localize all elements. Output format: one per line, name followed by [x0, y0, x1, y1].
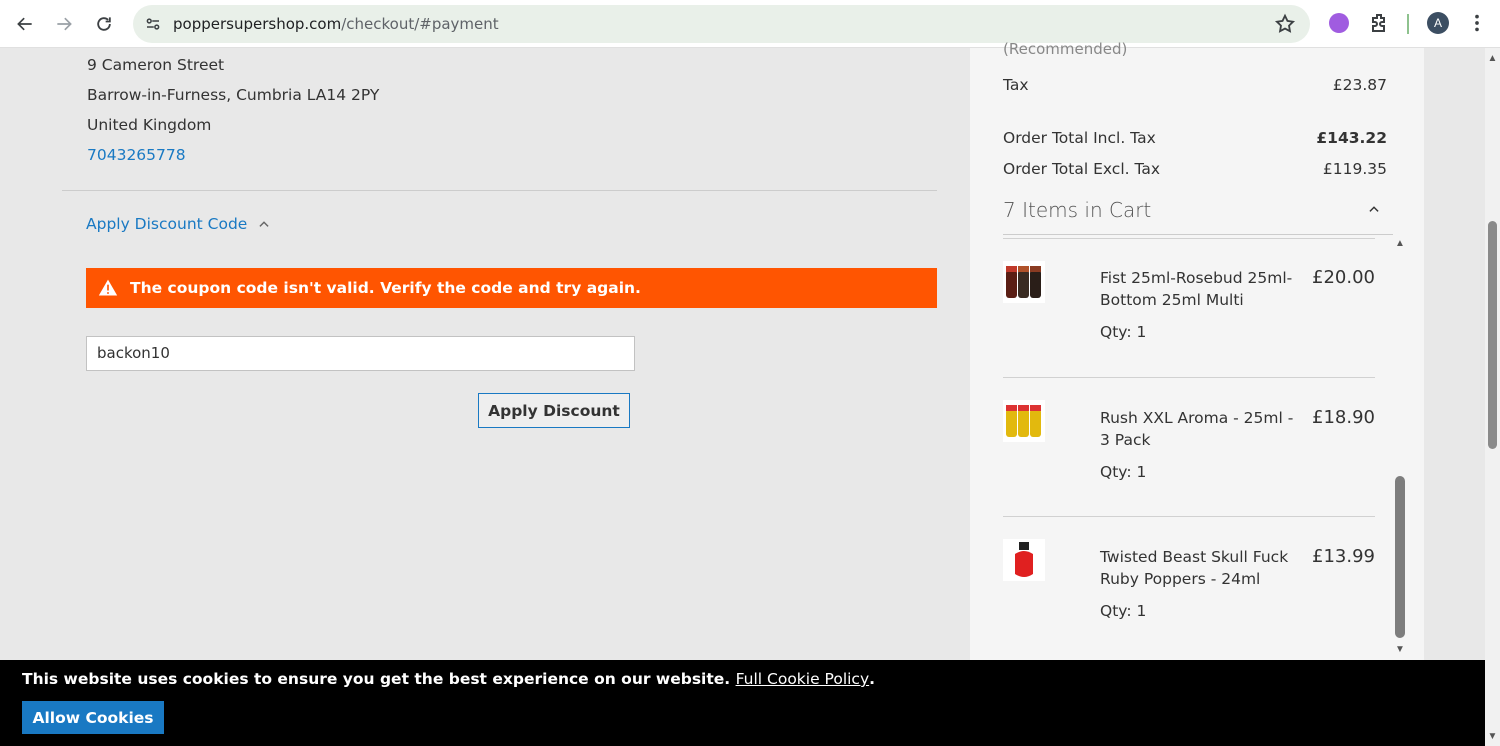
- order-summary: (Recommended) Tax £23.87 Order Total Inc…: [970, 40, 1424, 660]
- item-qty: Qty: 1: [1100, 602, 1147, 620]
- cart-items-list: Fist 25ml-Rosebud 25ml-Bottom 25ml Multi…: [1003, 238, 1375, 658]
- chevron-up-icon: [259, 221, 269, 227]
- toolbar-divider: [1407, 14, 1409, 34]
- cookie-policy-link[interactable]: Full Cookie Policy: [736, 670, 870, 688]
- apply-discount-toggle[interactable]: Apply Discount Code: [86, 215, 271, 233]
- cookie-message: This website uses cookies to ensure you …: [22, 670, 875, 688]
- item-name: Fist 25ml-Rosebud 25ml-Bottom 25ml Multi: [1100, 269, 1293, 309]
- item-qty: Qty: 1: [1100, 463, 1147, 481]
- browser-toolbar: poppersupershop.com/checkout/#payment A: [0, 0, 1500, 48]
- cookie-message-text: This website uses cookies to ensure you …: [22, 670, 731, 688]
- cookie-period: .: [869, 670, 876, 688]
- tax-value: £23.87: [1332, 76, 1387, 94]
- product-thumbnail[interactable]: [1003, 539, 1045, 581]
- item-name: Twisted Beast Skull Fuck Ruby Poppers - …: [1100, 548, 1289, 588]
- page-scroll-down-icon[interactable]: ▼: [1487, 732, 1498, 742]
- total-incl-value: £143.22: [1316, 129, 1387, 147]
- address-street: 9 Cameron Street: [87, 56, 225, 74]
- address-bar[interactable]: poppersupershop.com/checkout/#payment: [133, 5, 1310, 43]
- total-incl-row: Order Total Incl. Tax £143.22: [1003, 129, 1387, 147]
- product-thumbnail[interactable]: [1003, 400, 1045, 442]
- back-icon[interactable]: [10, 9, 40, 39]
- total-excl-value: £119.35: [1322, 160, 1387, 178]
- tax-label: Tax: [1003, 76, 1029, 94]
- browser-menu-icon[interactable]: [1466, 12, 1488, 36]
- total-excl-label: Order Total Excl. Tax: [1003, 160, 1161, 178]
- product-thumbnail[interactable]: [1003, 261, 1045, 303]
- ai-extension-icon[interactable]: [1329, 13, 1349, 33]
- cart-scroll-down-icon[interactable]: ▼: [1394, 645, 1406, 655]
- extensions-puzzle-icon[interactable]: [1368, 11, 1392, 35]
- cart-item: Fist 25ml-Rosebud 25ml-Bottom 25ml Multi…: [1003, 238, 1375, 378]
- discount-code-input[interactable]: backon10: [86, 336, 635, 371]
- coupon-error-message: The coupon code isn't valid. Verify the …: [86, 268, 937, 308]
- item-qty: Qty: 1: [1100, 323, 1147, 341]
- cart-items-toggle[interactable]: 7 Items in Cart: [1003, 198, 1393, 235]
- tax-row: Tax £23.87: [1003, 76, 1387, 94]
- site-settings-icon[interactable]: [141, 12, 165, 36]
- coupon-error-text: The coupon code isn't valid. Verify the …: [130, 279, 641, 297]
- page-scroll-up-icon[interactable]: ▲: [1487, 54, 1498, 64]
- cookie-banner: This website uses cookies to ensure you …: [0, 660, 1485, 746]
- section-divider: [62, 190, 937, 191]
- address-phone-link[interactable]: 7043265778: [87, 146, 186, 164]
- address-country: United Kingdom: [87, 116, 212, 134]
- apply-discount-label[interactable]: Apply Discount Code: [86, 215, 247, 233]
- item-price: £20.00: [1312, 267, 1375, 288]
- cart-scroll-up-icon[interactable]: ▲: [1394, 239, 1406, 249]
- item-price: £13.99: [1312, 546, 1375, 567]
- forward-icon[interactable]: [49, 9, 79, 39]
- allow-cookies-button[interactable]: Allow Cookies: [22, 701, 164, 734]
- item-name: Rush XXL Aroma - 25ml - 3 Pack: [1100, 409, 1294, 449]
- total-excl-row: Order Total Excl. Tax £119.35: [1003, 160, 1387, 178]
- cart-item: Rush XXL Aroma - 25ml - 3 Pack £18.90 Qt…: [1003, 377, 1375, 517]
- cart-scrollbar-thumb[interactable]: [1395, 476, 1405, 638]
- shipping-recommended-label: (Recommended): [1003, 40, 1128, 58]
- page-scrollbar-thumb[interactable]: [1488, 221, 1497, 449]
- cart-items-title: 7 Items in Cart: [1003, 198, 1152, 222]
- warning-icon: [98, 279, 118, 296]
- total-incl-label: Order Total Incl. Tax: [1003, 129, 1156, 147]
- reload-icon[interactable]: [89, 9, 119, 39]
- chevron-up-icon[interactable]: [1367, 202, 1381, 216]
- profile-avatar[interactable]: A: [1427, 12, 1449, 34]
- apply-discount-button[interactable]: Apply Discount: [478, 393, 630, 428]
- url-text[interactable]: poppersupershop.com/checkout/#payment: [173, 15, 499, 33]
- cart-item: Twisted Beast Skull Fuck Ruby Poppers - …: [1003, 516, 1375, 656]
- bookmark-star-icon[interactable]: [1274, 13, 1296, 35]
- item-price: £18.90: [1312, 407, 1375, 428]
- address-city: Barrow-in-Furness, Cumbria LA14 2PY: [87, 86, 380, 104]
